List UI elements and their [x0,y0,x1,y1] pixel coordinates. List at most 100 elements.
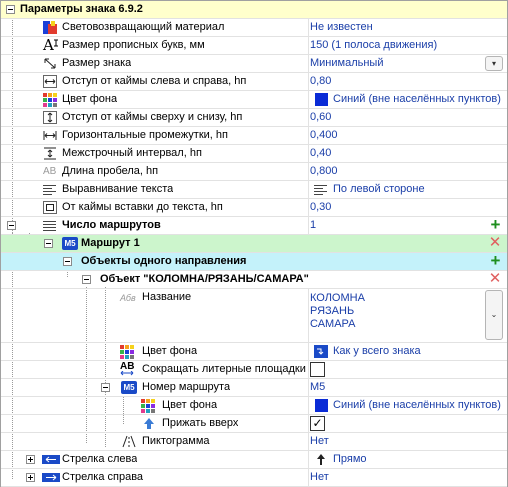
header-row[interactable]: Параметры знака 6.9.2 [1,1,507,19]
row-h-gaps[interactable]: Горизонтальные промежутки, hп 0,400 [1,127,507,145]
delete-object-button[interactable]: ✕ [488,271,502,286]
collapse-toggle[interactable] [63,257,72,266]
row-label: Объекты одного направления [81,255,247,267]
collapse-toggle[interactable] [7,221,16,230]
row-label: Цвет фона [162,399,218,411]
line-spacing-icon [43,147,57,160]
row-label: Выравнивание текста [62,183,174,195]
press-up-checkbox[interactable]: ✓ [310,416,325,431]
row-value[interactable]: 1 [310,217,316,234]
row-value[interactable]: Нет [310,433,329,450]
collapse-toggle[interactable] [6,5,15,14]
add-route-button[interactable]: + [488,216,503,233]
row-insert-margin[interactable]: От каймы вставки до текста, hп 0,30 [1,199,507,217]
row-label: Межстрочный интервал, hп [62,147,202,159]
row-margin-lr[interactable]: Отступ от каймы слева и справа, hп 0,80 [1,73,507,91]
row-label: Стрелка справа [62,471,144,483]
row-value[interactable]: M5 [310,379,325,396]
row-label: Световозвращающий материал [62,21,225,33]
add-object-button[interactable]: + [488,252,503,269]
row-value[interactable]: 0,40 [310,145,331,162]
row-value[interactable]: 0,60 [310,109,331,126]
row-value[interactable]: Синий (вне населённых пунктов) [333,91,501,108]
name-line: САМАРА [310,318,356,330]
row-value[interactable]: Прямо [333,451,367,468]
delete-route-button[interactable]: ✕ [488,235,502,250]
expand-toggle[interactable] [26,473,35,482]
row-value[interactable]: Синий (вне населённых пунктов) [333,397,501,414]
header-label: Параметры знака 6.9.2 [20,3,143,15]
row-label: Прижать вверх [162,417,239,429]
arrow-straight-icon [314,453,328,466]
row-value[interactable]: 0,400 [310,127,338,144]
properties-grid: Параметры знака 6.9.2 Световозвращающий … [0,0,508,487]
row-value[interactable]: Нет [310,469,329,486]
space-length-glyph: AB [43,166,57,177]
palette-icon [43,93,57,107]
row-label: Цвет фона [142,345,198,357]
row-text-align[interactable]: Выравнивание текста По левой стороне [1,181,507,199]
font-size-icon: A [43,38,58,53]
shorten-checkbox[interactable] [310,362,325,377]
row-space-len[interactable]: AB Длина пробела, hп 0,800 [1,163,507,181]
row-cap-size[interactable]: A Размер прописных букв, мм 150 (1 полос… [1,37,507,55]
row-press-up[interactable]: Прижать вверх ✓ [1,415,507,433]
insert-margin-icon [43,201,57,214]
row-value[interactable]: Не известен [310,19,373,36]
row-name[interactable]: Абв Название КОЛОМНА РЯЗАНЬ САМАРА ⌄ [1,289,507,343]
palette-icon [141,399,155,413]
row-label: Название [142,291,192,303]
row-line-spacing[interactable]: Межстрочный интервал, hп 0,40 [1,145,507,163]
row-label: Объект "КОЛОМНА/РЯЗАНЬ/САМАРА" [100,273,309,285]
row-value[interactable]: 0,80 [310,73,331,90]
shorten-icon: AB [120,361,135,376]
row-margin-tb[interactable]: Отступ от каймы сверху и снизу, hп 0,60 [1,109,507,127]
collapse-toggle[interactable] [82,275,91,284]
row-value[interactable]: По левой стороне [333,181,425,198]
row-route-num[interactable]: M5 Номер маршрута M5 [1,379,507,397]
collapse-toggle[interactable] [101,383,110,392]
row-sign-size[interactable]: Размер знака Минимальный ▾ [1,55,507,73]
route-badge-icon: M5 [62,237,78,250]
name-line: РЯЗАНЬ [310,305,355,317]
text-field-icon: Абв [120,293,136,303]
row-route-count[interactable]: Число маршрутов 1 + [1,216,507,235]
row-value[interactable]: 0,800 [310,163,338,180]
row-label: Отступ от каймы слева и справа, hп [62,75,247,87]
row-route-bg[interactable]: Цвет фона Синий (вне населённых пунктов) [1,397,507,415]
collapse-toggle[interactable] [44,239,53,248]
dropdown-button[interactable]: ⌄ [485,290,503,340]
row-arrow-right[interactable]: Стрелка справа Нет [1,469,507,487]
row-arrow-left[interactable]: Стрелка слева Прямо [1,451,507,469]
row-pictogram[interactable]: Пиктограмма Нет [1,433,507,451]
row-bg-color[interactable]: Цвет фона Синий (вне населённых пунктов) [1,91,507,109]
inherit-icon [314,345,328,358]
row-label: Отступ от каймы сверху и снизу, hп [62,111,243,123]
margin-lr-icon [43,75,57,88]
margin-tb-icon [43,111,57,124]
row-value[interactable]: Как у всего знака [333,343,421,360]
arrow-up-icon [142,417,156,430]
row-shorten[interactable]: AB Сокращать литерные площадки [1,361,507,379]
row-value[interactable]: 150 (1 полоса движения) [310,37,437,54]
color-swatch [315,93,328,106]
material-icon [43,21,57,34]
dropdown-button[interactable]: ▾ [485,56,503,71]
name-values[interactable]: КОЛОМНА РЯЗАНЬ САМАРА [310,292,365,331]
row-object[interactable]: Объект "КОЛОМНА/РЯЗАНЬ/САМАРА" ✕ [1,271,507,289]
row-route1[interactable]: M5 Маршрут 1 ✕ [1,235,507,253]
road-icon [122,435,136,448]
row-label: Размер знака [62,57,132,69]
row-value[interactable]: Минимальный [310,55,383,72]
palette-icon [120,345,134,359]
row-label: Номер маршрута [142,381,231,393]
row-one-direction[interactable]: Объекты одного направления + [1,252,507,271]
expand-toggle[interactable] [26,455,35,464]
row-value[interactable]: 0,30 [310,199,331,216]
shorten-glyph: AB [120,361,135,372]
row-obj-bg[interactable]: Цвет фона Как у всего знака [1,343,507,361]
space-length-icon: AB [43,165,57,178]
color-swatch [315,399,328,412]
resize-icon [43,57,57,70]
row-retroreflective[interactable]: Световозвращающий материал Не известен [1,19,507,37]
